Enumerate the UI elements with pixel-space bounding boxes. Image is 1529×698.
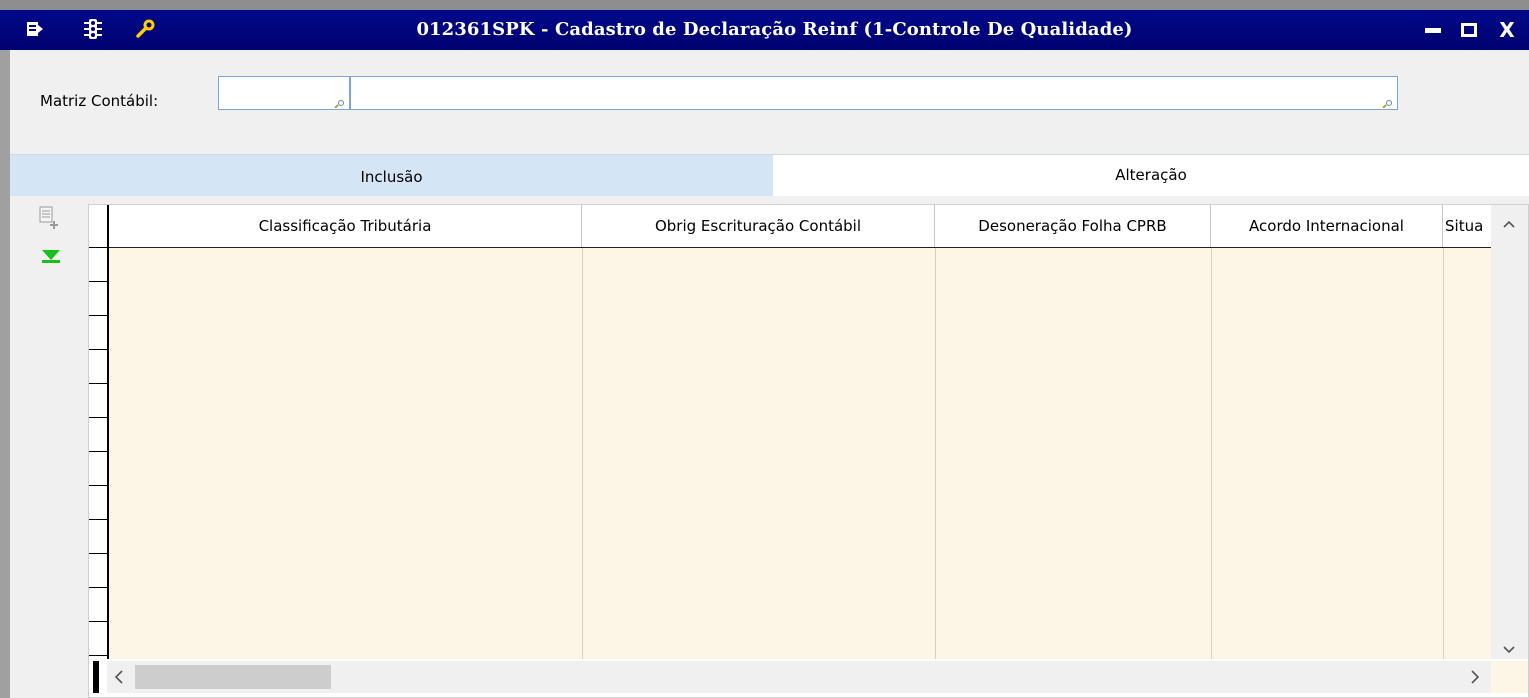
tab-inclusao[interactable]: Inclusão [10, 154, 773, 196]
column-header-acordo-internacional[interactable]: Acordo Internacional [1211, 205, 1443, 247]
row-header-tick [89, 451, 107, 452]
row-header-tick [89, 281, 107, 282]
title-bar[interactable]: 012361SPK - Cadastro de Declaração Reinf… [0, 10, 1529, 50]
scroll-left-icon[interactable] [114, 669, 123, 688]
row-header-tick [89, 349, 107, 350]
row-header-tick [89, 417, 107, 418]
close-button[interactable]: X [1494, 18, 1520, 42]
row-header-tick [89, 383, 107, 384]
column-header-classificacao[interactable]: Classificação Tributária [109, 205, 582, 247]
matriz-description-field[interactable] [350, 76, 1398, 110]
declaracao-grid[interactable]: Classificação Tributária Obrig Escritura… [88, 204, 1529, 698]
column-header-desoneracao[interactable]: Desoneração Folha CPRB [935, 205, 1211, 247]
scroll-up-icon[interactable] [1503, 213, 1515, 232]
column-header-obrig-escrituracao[interactable]: Obrig Escrituração Contábil [582, 205, 935, 247]
scrollbar-corner [1491, 661, 1528, 693]
horizontal-scroll-thumb[interactable] [135, 665, 331, 689]
grid-header: Classificação Tributária Obrig Escritura… [109, 205, 1491, 248]
column-header-situacao[interactable]: Situa [1443, 205, 1491, 247]
column-divider [1211, 248, 1212, 659]
maximize-button[interactable] [1456, 18, 1482, 42]
download-arrow-icon[interactable] [41, 248, 61, 268]
matriz-code-field[interactable] [218, 76, 350, 110]
row-header-column[interactable] [89, 205, 109, 659]
row-header-tick [89, 519, 107, 520]
row-header-tick [89, 553, 107, 554]
row-header-tick [89, 485, 107, 486]
horizontal-scrollbar[interactable] [107, 661, 1491, 693]
column-divider [935, 248, 936, 659]
column-divider [1443, 248, 1444, 659]
window-title: 012361SPK - Cadastro de Declaração Reinf… [416, 19, 1133, 40]
column-divider [582, 248, 583, 659]
row-header-tick [89, 247, 107, 248]
minimize-button[interactable] [1420, 18, 1446, 42]
lookup-icon[interactable] [1382, 100, 1394, 108]
vertical-scrollbar[interactable] [1491, 205, 1528, 659]
tab-strip: Inclusão Alteração [10, 154, 1529, 196]
lookup-icon[interactable] [334, 100, 346, 108]
add-record-icon[interactable] [38, 206, 60, 234]
form-content: Matriz Contábil: Inclusão Alteração Clas… [10, 50, 1529, 698]
row-header-tick [89, 315, 107, 316]
scroll-right-icon[interactable] [1471, 669, 1480, 688]
row-header-tick [89, 621, 107, 622]
row-header-tick [89, 655, 107, 656]
row-header-tick [89, 587, 107, 588]
scroll-down-icon[interactable] [1503, 639, 1515, 658]
matriz-contabil-label: Matriz Contábil: [40, 92, 159, 110]
row-indicator [93, 661, 99, 693]
tab-alteracao[interactable]: Alteração [773, 154, 1529, 196]
grid-body[interactable] [109, 248, 1491, 659]
application-window: 012361SPK - Cadastro de Declaração Reinf… [0, 10, 1529, 698]
